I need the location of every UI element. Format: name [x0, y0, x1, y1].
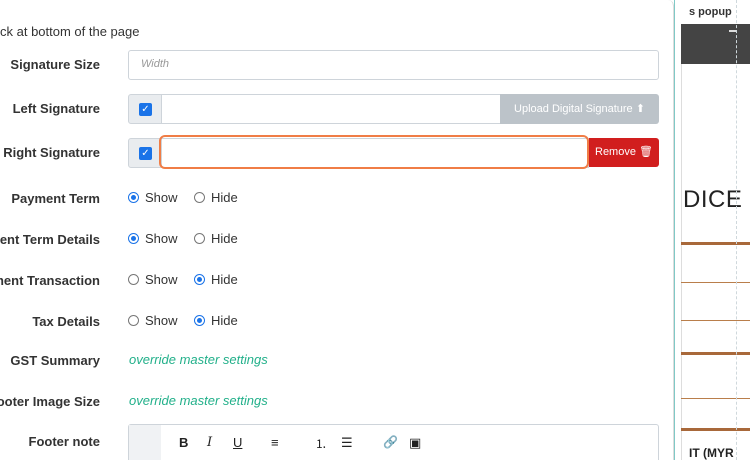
page-guide: [736, 0, 737, 460]
right-signature-checkbox[interactable]: ✓: [139, 147, 152, 160]
settings-modal: ck at bottom of the page Signature Size …: [0, 0, 674, 460]
option-label: Show: [145, 190, 178, 205]
option-label: Hide: [211, 231, 238, 246]
payment-transaction-row: ment Transaction Show Hide: [0, 266, 673, 296]
payment-term-details-row: ent Term Details Show Hide: [0, 225, 673, 255]
image-icon[interactable]: ▣: [409, 435, 421, 451]
right-signature-row: Right Signature ✓ Remove 🗑: [0, 135, 673, 169]
tax-details-hide-option[interactable]: Hide: [194, 313, 238, 328]
left-signature-checkbox-addon: ✓: [128, 94, 162, 124]
payment-term-details-label: ent Term Details: [0, 232, 100, 247]
signature-size-row: Signature Size Width: [0, 50, 673, 80]
upload-digital-signature-button[interactable]: Upload Digital Signature ⬆: [500, 94, 659, 124]
invoice-amount-label: IT (MYR: [689, 446, 734, 460]
option-label: Show: [145, 231, 178, 246]
background-header-text: s popup: [689, 6, 732, 18]
payment-term-hide-option[interactable]: Hide: [194, 190, 238, 205]
remove-signature-button[interactable]: Remove 🗑: [589, 138, 659, 167]
option-label: Show: [145, 313, 178, 328]
payment-term-details-hide-option[interactable]: Hide: [194, 231, 238, 246]
option-label: Hide: [211, 272, 238, 287]
tax-details-row: Tax Details Show Hide: [0, 307, 673, 337]
signature-width-input[interactable]: Width: [128, 50, 659, 80]
focus-highlight: [159, 135, 589, 169]
footer-note-row: Footer note B I U ≡ ⒈ ☰ 🔗 ▣: [0, 424, 673, 460]
tax-details-show-option[interactable]: Show: [128, 313, 178, 328]
gst-summary-row: GST Summary override master settings: [0, 346, 673, 376]
bullet-list-icon[interactable]: ☰: [341, 435, 353, 451]
radio-selected-icon: [128, 233, 139, 244]
radio-selected-icon: [128, 192, 139, 203]
footer-note-editor-toolbar: B I U ≡ ⒈ ☰ 🔗 ▣: [128, 424, 659, 460]
left-signature-label: Left Signature: [12, 101, 100, 116]
gst-summary-override-link[interactable]: override master settings: [129, 352, 268, 367]
invoice-preview: [681, 64, 750, 460]
option-label: Hide: [211, 190, 238, 205]
payment-term-show-option[interactable]: Show: [128, 190, 178, 205]
background-toolbar: [681, 24, 750, 64]
invoice-divider: [681, 320, 750, 321]
right-signature-label: Right Signature: [3, 145, 100, 160]
option-label: Show: [145, 272, 178, 287]
bold-icon[interactable]: B: [179, 435, 188, 450]
invoice-divider: [681, 242, 750, 245]
remove-button-label: Remove: [595, 146, 636, 158]
left-signature-checkbox[interactable]: ✓: [139, 103, 152, 116]
right-signature-checkbox-addon: ✓: [128, 138, 162, 168]
gst-summary-label: GST Summary: [10, 353, 100, 368]
radio-icon: [194, 233, 205, 244]
payment-transaction-label: ment Transaction: [0, 273, 100, 288]
invoice-divider: [681, 398, 750, 399]
radio-icon: [128, 274, 139, 285]
radio-icon: [194, 192, 205, 203]
radio-selected-icon: [194, 315, 205, 326]
footer-image-size-row: ooter Image Size override master setting…: [0, 387, 673, 417]
invoice-divider: [681, 428, 750, 431]
background-page: s popup DICE IT (MYR: [674, 0, 750, 460]
invoice-divider: [681, 352, 750, 355]
left-signature-field[interactable]: [161, 94, 501, 124]
payment-transaction-show-option[interactable]: Show: [128, 272, 178, 287]
left-signature-row: Left Signature ✓ Upload Digital Signatur…: [0, 94, 673, 124]
tax-details-label: Tax Details: [32, 314, 100, 329]
align-icon[interactable]: ≡: [271, 435, 279, 450]
upload-button-label: Upload Digital Signature: [514, 103, 633, 115]
invoice-divider: [681, 282, 750, 283]
option-label: Hide: [211, 313, 238, 328]
footer-image-size-label: ooter Image Size: [0, 394, 100, 409]
payment-transaction-hide-option[interactable]: Hide: [194, 272, 238, 287]
signature-width-placeholder: Width: [141, 58, 170, 70]
payment-term-details-show-option[interactable]: Show: [128, 231, 178, 246]
editor-gutter: [129, 425, 161, 460]
invoice-title: DICE: [683, 186, 743, 213]
radio-selected-icon: [194, 274, 205, 285]
signature-size-label: Signature Size: [10, 57, 100, 72]
underline-icon[interactable]: U: [233, 435, 242, 450]
trash-icon: 🗑: [639, 146, 653, 158]
radio-icon: [128, 315, 139, 326]
upload-icon: ⬆: [635, 103, 645, 115]
payment-term-label: Payment Term: [11, 191, 100, 206]
footer-image-size-override-link[interactable]: override master settings: [129, 393, 268, 408]
payment-term-row: Payment Term Show Hide: [0, 184, 673, 214]
italic-icon[interactable]: I: [207, 435, 212, 450]
link-icon[interactable]: 🔗: [383, 435, 398, 449]
ordered-list-icon[interactable]: ⒈: [315, 435, 327, 452]
footer-note-label: Footer note: [28, 434, 101, 449]
top-note: ck at bottom of the page: [0, 24, 140, 39]
